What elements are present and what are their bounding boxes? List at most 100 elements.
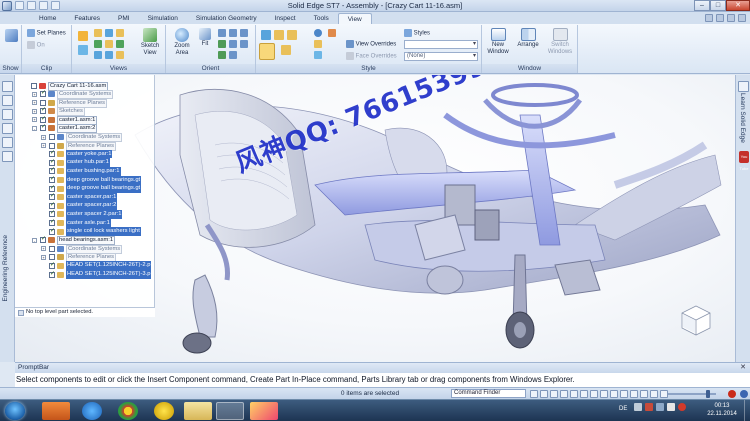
tab-view[interactable]: View bbox=[337, 13, 372, 24]
close-button[interactable]: ✕ bbox=[726, 0, 750, 11]
parts-library-tab-icon[interactable] bbox=[2, 109, 13, 120]
zoom-area-status-icon[interactable] bbox=[530, 389, 538, 398]
tree-node[interactable]: +Coordinate Systems bbox=[23, 244, 155, 254]
wireframe-status-icon[interactable] bbox=[630, 389, 638, 398]
view-iso-icon[interactable] bbox=[94, 40, 102, 48]
internet-explorer-taskbar-icon[interactable] bbox=[82, 402, 102, 420]
antivirus-icon[interactable] bbox=[678, 403, 686, 411]
explorer-taskbar-icon[interactable] bbox=[184, 402, 212, 420]
new-window-button[interactable]: New Window bbox=[484, 28, 512, 55]
help-status-icon[interactable] bbox=[740, 390, 748, 398]
visibility-checkbox[interactable] bbox=[40, 89, 46, 98]
view-orientation-icon[interactable] bbox=[78, 31, 88, 41]
hidden-status-icon[interactable] bbox=[640, 389, 648, 398]
pan-status-icon[interactable] bbox=[560, 389, 568, 398]
previous-view-icon[interactable] bbox=[240, 40, 248, 48]
tree-node[interactable]: caster spacer 2.par:1 bbox=[23, 209, 155, 219]
switch-windows-button[interactable]: Switch Windows bbox=[544, 28, 576, 55]
tray-arrow-icon[interactable] bbox=[634, 403, 642, 411]
tree-node[interactable]: HEAD SET(1.125INCH-26T)-3.p bbox=[23, 270, 155, 279]
wireframe-icon[interactable] bbox=[281, 45, 291, 55]
shaded-edges-icon[interactable] bbox=[274, 30, 284, 40]
learn-solid-edge-tab[interactable]: Learn Solid Edge bbox=[739, 93, 746, 143]
stop-icon[interactable] bbox=[728, 390, 736, 398]
help-icon[interactable] bbox=[716, 14, 724, 22]
highlight-status-icon[interactable] bbox=[660, 389, 668, 398]
tree-node[interactable]: caster yoke.par:1 bbox=[23, 149, 155, 159]
sketch-view-button[interactable]: Sketch View bbox=[136, 28, 164, 56]
expand-icon[interactable]: + bbox=[41, 134, 46, 140]
show-button[interactable] bbox=[3, 29, 19, 43]
view-trimetric-icon[interactable] bbox=[116, 40, 124, 48]
set-planes-button[interactable]: Set Planes bbox=[27, 29, 66, 37]
tree-node[interactable]: caster axle.par:1 bbox=[23, 218, 155, 228]
right-panel-help-icon[interactable] bbox=[738, 81, 749, 92]
visibility-checkbox[interactable] bbox=[40, 99, 46, 106]
layers-tab-icon[interactable] bbox=[2, 95, 13, 106]
tab-simulation-geometry[interactable]: Simulation Geometry bbox=[187, 13, 266, 24]
language-indicator[interactable]: DE bbox=[619, 406, 627, 412]
visibility-checkbox[interactable] bbox=[49, 149, 55, 158]
tab-features[interactable]: Features bbox=[65, 13, 109, 24]
shaded-icon[interactable] bbox=[261, 30, 271, 40]
solid-edge-taskbar-icon[interactable] bbox=[216, 402, 244, 420]
view-cube-icon[interactable] bbox=[679, 303, 713, 337]
styles-dropdown[interactable] bbox=[404, 40, 478, 49]
visibility-checkbox[interactable] bbox=[40, 106, 46, 115]
look-at-face-icon[interactable] bbox=[229, 40, 237, 48]
sketch-orient-icon[interactable] bbox=[218, 51, 226, 59]
minimize-ribbon-icon[interactable] bbox=[705, 14, 713, 22]
face-overrides-button[interactable]: Face Overrides bbox=[346, 52, 397, 60]
collapse-icon[interactable]: - bbox=[32, 237, 37, 243]
tree-node[interactable]: caster bushing.par:1 bbox=[23, 166, 155, 176]
select-tools-tab-icon[interactable] bbox=[2, 123, 13, 134]
show-desktop-button[interactable] bbox=[744, 400, 750, 421]
view-right-icon[interactable] bbox=[116, 29, 124, 37]
visibility-checkbox[interactable] bbox=[49, 192, 55, 201]
pan-icon[interactable] bbox=[229, 29, 237, 37]
tab-simulation[interactable]: Simulation bbox=[139, 13, 187, 24]
sensors-tab-icon[interactable] bbox=[2, 137, 13, 148]
expand-icon[interactable]: + bbox=[41, 246, 46, 252]
expand-icon[interactable]: + bbox=[32, 100, 37, 106]
v-app-taskbar-icon[interactable] bbox=[154, 402, 174, 420]
arrange-button[interactable]: Arrange bbox=[514, 28, 542, 49]
maximize-button[interactable]: □ bbox=[710, 0, 726, 11]
sphere-icon[interactable] bbox=[314, 29, 322, 37]
expand-icon[interactable]: + bbox=[41, 254, 46, 260]
visibility-checkbox[interactable] bbox=[49, 166, 55, 175]
expand-icon[interactable]: + bbox=[32, 108, 37, 114]
visibility-checkbox[interactable] bbox=[40, 115, 46, 123]
tree-node[interactable]: HEAD SET(1.125INCH-26T)-2.p bbox=[23, 261, 155, 271]
paint-taskbar-icon[interactable] bbox=[250, 402, 278, 420]
visibility-checkbox[interactable] bbox=[49, 254, 55, 261]
visibility-checkbox[interactable] bbox=[49, 261, 55, 270]
network-icon[interactable] bbox=[656, 403, 664, 411]
visibility-checkbox[interactable] bbox=[49, 184, 55, 192]
tab-inspect[interactable]: Inspect bbox=[266, 13, 305, 24]
zoom-icon[interactable] bbox=[218, 29, 226, 37]
prompt-bar-close-button[interactable]: ✕ bbox=[740, 363, 746, 373]
view-dimetric-icon[interactable] bbox=[105, 40, 113, 48]
material-icon[interactable] bbox=[328, 29, 336, 37]
visibility-checkbox[interactable] bbox=[49, 245, 55, 252]
pathfinder-tab-icon[interactable] bbox=[2, 81, 13, 92]
graphics-window[interactable]: 风神QQ: 76615399 Crazy Cart 11-16.asm+Coor… bbox=[15, 75, 735, 362]
visibility-checkbox[interactable] bbox=[49, 270, 55, 278]
volume-icon[interactable] bbox=[667, 403, 675, 411]
perspective-status-icon[interactable] bbox=[620, 389, 628, 398]
visibility-checkbox[interactable] bbox=[40, 123, 46, 132]
clip-on-button[interactable]: On bbox=[27, 41, 45, 49]
engineering-reference-tab[interactable]: Engineering Reference bbox=[0, 235, 15, 355]
tab-home[interactable]: Home bbox=[30, 13, 65, 24]
visibility-checkbox[interactable] bbox=[49, 175, 55, 184]
visibility-checkbox[interactable] bbox=[49, 142, 55, 149]
view-style-icon[interactable] bbox=[314, 40, 322, 48]
zoom-area-button[interactable]: Zoom Area bbox=[169, 28, 195, 56]
rotate-icon[interactable] bbox=[240, 29, 248, 37]
tree-node[interactable]: +Coordinate Systems bbox=[23, 133, 155, 143]
visibility-checkbox[interactable] bbox=[49, 158, 55, 166]
restore-icon[interactable] bbox=[727, 14, 735, 22]
visibility-checkbox[interactable] bbox=[49, 134, 55, 141]
view-top-icon[interactable] bbox=[94, 29, 102, 37]
